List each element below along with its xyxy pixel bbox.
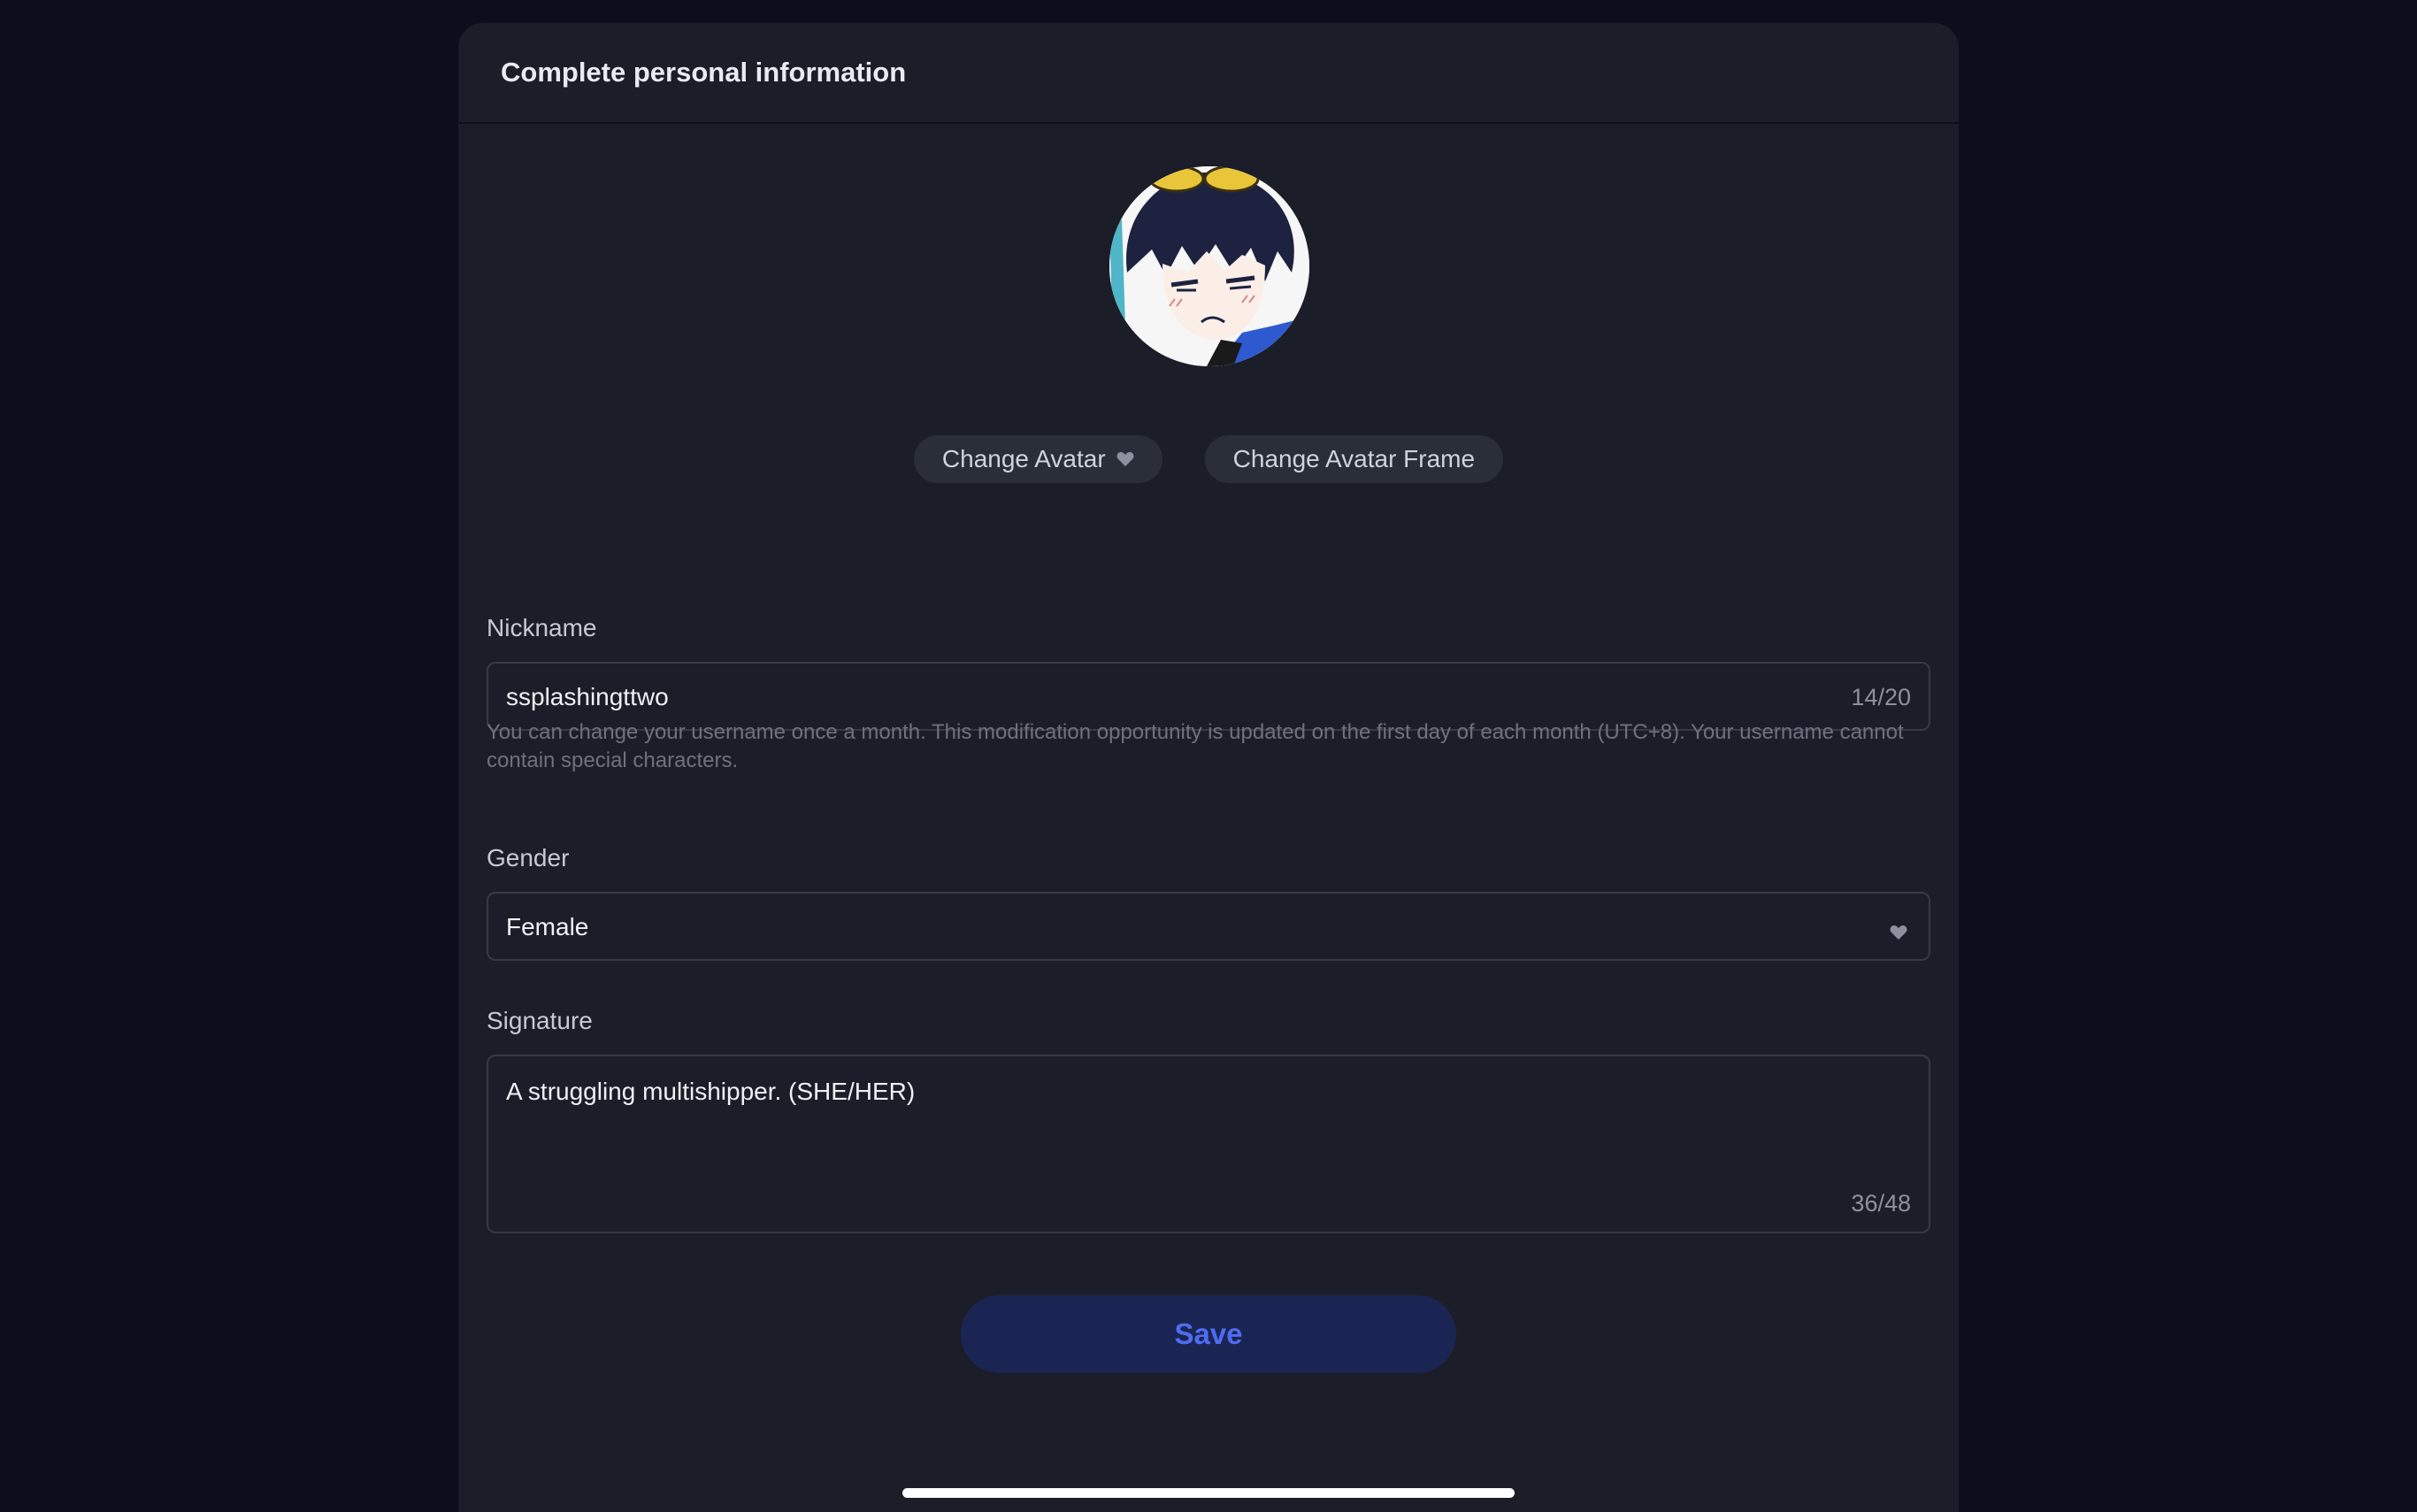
nickname-label: Nickname [487,614,597,641]
signature-textarea[interactable]: A struggling multishipper. (SHE/HER) 36/… [487,1055,1930,1233]
nickname-hint: You can change your username once a mont… [487,720,1904,772]
gender-label: Gender [487,844,570,871]
panel-header: Complete personal information [458,23,1959,124]
save-button[interactable]: Save [961,1295,1456,1373]
heart-icon [1116,451,1134,467]
personal-info-panel: Complete personal information Change Ava… [458,23,1959,1512]
avatar-character-image [1109,166,1309,366]
gender-value: Female [506,913,589,940]
change-avatar-button[interactable]: Change Avatar [913,435,1162,483]
page-title: Complete personal information [501,57,907,88]
signature-counter: 36/48 [1851,1190,1911,1217]
nickname-counter: 14/20 [1851,684,1911,710]
gender-select[interactable]: Female [487,892,1930,961]
nickname-value: ssplashingttwo [506,683,669,710]
change-avatar-frame-button[interactable]: Change Avatar Frame [1204,435,1504,483]
change-avatar-label: Change Avatar [941,445,1106,472]
signature-label: Signature [487,1007,593,1034]
signature-value: A struggling multishipper. (SHE/HER) [506,1078,916,1105]
avatar-actions: Change Avatar Change Avatar Frame [458,435,1959,483]
heart-dropdown-icon [1890,918,1907,947]
home-indicator[interactable] [902,1488,1515,1498]
screen: Complete personal information Change Ava… [0,0,2417,1512]
avatar[interactable] [1109,166,1309,366]
change-avatar-frame-label: Change Avatar Frame [1232,445,1476,472]
